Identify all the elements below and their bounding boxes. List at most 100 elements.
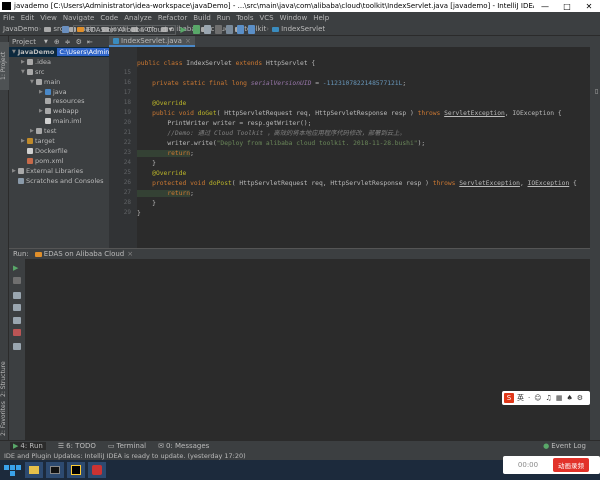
- tree-item[interactable]: Scratches and Consoles: [9, 176, 109, 186]
- menu-refactor[interactable]: Refactor: [158, 14, 187, 22]
- menu-navigate[interactable]: Navigate: [63, 14, 94, 22]
- expand-arrow-icon[interactable]: ▼: [12, 49, 16, 55]
- breadcrumb-item[interactable]: alibaba ›: [161, 25, 198, 33]
- tree-item-label: .idea: [35, 57, 51, 66]
- breadcrumb-item[interactable]: toolkit ›: [235, 25, 269, 33]
- locate-icon[interactable]: ⊕: [54, 38, 60, 46]
- event-log-button[interactable]: ● Event Log: [543, 442, 586, 450]
- code-line: protected void doPost( HttpServletReques…: [137, 179, 577, 189]
- tree-item[interactable]: pom.xml: [9, 156, 109, 166]
- code-editor[interactable]: public class IndexServlet extends HttpSe…: [137, 47, 590, 248]
- event-log-label: Event Log: [551, 442, 586, 450]
- tool-tab-todo[interactable]: ☰ 6: TODO: [58, 442, 96, 450]
- ime-lang-icon[interactable]: 英: [517, 393, 524, 403]
- tree-item[interactable]: ▼ main: [9, 77, 109, 87]
- menu-vcs[interactable]: VCS: [259, 14, 273, 22]
- line-number: 23: [123, 149, 131, 156]
- gear-icon[interactable]: ⚙: [76, 38, 82, 46]
- project-panel-title[interactable]: Project: [12, 38, 36, 46]
- line-number: 17: [123, 89, 131, 96]
- clear-icon[interactable]: [13, 329, 21, 336]
- code-line: }: [137, 209, 141, 219]
- breadcrumb-item[interactable]: cloud ›: [201, 25, 232, 33]
- menu-window[interactable]: Window: [280, 14, 308, 22]
- pin-icon[interactable]: [13, 343, 21, 350]
- status-text[interactable]: IDE and Plugin Updates: IntelliJ IDEA is…: [4, 452, 246, 460]
- tree-item[interactable]: ▶ webapp: [9, 106, 109, 116]
- close-icon[interactable]: ×: [185, 37, 191, 45]
- code-line: }: [137, 199, 156, 209]
- line-number: 21: [123, 129, 131, 136]
- breadcrumb-item[interactable]: src ›: [44, 25, 66, 33]
- intellij-icon[interactable]: [67, 462, 85, 478]
- code-token: IOException: [527, 180, 570, 187]
- breadcrumb-item[interactable]: IndexServlet: [272, 25, 325, 33]
- tree-item[interactable]: main.iml: [9, 116, 109, 126]
- breadcrumb-item[interactable]: JavaDemo ›: [3, 25, 41, 33]
- ime-voice-icon[interactable]: ♫: [546, 394, 552, 402]
- tool-tab-favorites[interactable]: 2: Favorites: [0, 396, 9, 442]
- menu-file[interactable]: File: [3, 14, 15, 22]
- rerun-icon[interactable]: ▶: [13, 265, 21, 272]
- tool-tab-maven[interactable]: ▯: [591, 56, 600, 126]
- tool-tab-project[interactable]: 1: Project: [0, 42, 9, 90]
- menu-analyze[interactable]: Analyze: [124, 14, 152, 22]
- code-token: ServletException: [444, 110, 505, 117]
- collapse-icon[interactable]: ≑: [65, 38, 71, 46]
- breadcrumb-item[interactable]: java ›: [101, 25, 128, 33]
- maximize-button[interactable]: □: [556, 2, 578, 11]
- tree-item[interactable]: ▶ test: [9, 126, 109, 136]
- tree-item[interactable]: ▼ src: [9, 67, 109, 77]
- ime-keyboard-icon[interactable]: ▦: [556, 394, 563, 402]
- tree-item[interactable]: ▶ target: [9, 136, 109, 146]
- sogou-icon[interactable]: S: [504, 393, 514, 403]
- tree-item[interactable]: ▶ java: [9, 87, 109, 97]
- hide-icon[interactable]: ⇤: [87, 38, 93, 46]
- ime-skin-icon[interactable]: ♠: [566, 394, 572, 402]
- tool-tab-messages[interactable]: ✉ 0: Messages: [158, 442, 209, 450]
- breadcrumb-item[interactable]: main ›: [69, 25, 99, 33]
- console-icon[interactable]: [46, 462, 64, 478]
- wrap-icon[interactable]: [13, 292, 21, 299]
- tree-item[interactable]: Dockerfile: [9, 146, 109, 156]
- code-token: ;: [190, 190, 194, 197]
- breadcrumb-label: toolkit: [244, 25, 267, 33]
- ime-settings-icon[interactable]: ⚙: [577, 394, 583, 402]
- window-title: javademo [C:\Users\Administrator\idea-wo…: [14, 2, 534, 10]
- menu-help[interactable]: Help: [313, 14, 329, 22]
- ime-emoji-icon[interactable]: ☺: [534, 394, 541, 402]
- tree-item[interactable]: ▼JavaDemoC:\Users\Administrator\idea-wor…: [9, 47, 109, 57]
- minimize-button[interactable]: —: [534, 2, 556, 11]
- close-button[interactable]: ✕: [578, 2, 600, 11]
- breadcrumb-item[interactable]: com ›: [131, 25, 158, 33]
- menu-edit[interactable]: Edit: [21, 14, 35, 22]
- tab-indexservlet[interactable]: IndexServlet.java ×: [109, 36, 195, 47]
- recorder-icon[interactable]: [88, 462, 106, 478]
- chevron-down-icon[interactable]: ▼: [44, 39, 48, 45]
- tree-item[interactable]: resources: [9, 96, 109, 106]
- code-token: ServletException: [459, 180, 520, 187]
- stop-icon[interactable]: [13, 277, 21, 284]
- menu-view[interactable]: View: [40, 14, 57, 22]
- menu-code[interactable]: Code: [100, 14, 118, 22]
- tree-item[interactable]: ▶ External Libraries: [9, 166, 109, 176]
- tool-tab-terminal[interactable]: ▭ Terminal: [108, 442, 146, 450]
- menu-build[interactable]: Build: [193, 14, 211, 22]
- ime-punct-icon[interactable]: ·: [528, 394, 530, 402]
- line-number: 25: [123, 169, 131, 176]
- menu-tools[interactable]: Tools: [236, 14, 253, 22]
- run-config-tab[interactable]: EDAS on Alibaba Cloud: [44, 250, 124, 258]
- code-token: serialVersionUID: [250, 80, 312, 87]
- run-console[interactable]: [25, 259, 590, 440]
- print-icon[interactable]: [13, 317, 21, 324]
- scroll-end-icon[interactable]: [13, 304, 21, 311]
- tab-label: 4: Run: [20, 442, 43, 450]
- menu-run[interactable]: Run: [217, 14, 230, 22]
- explorer-icon[interactable]: [25, 462, 43, 478]
- code-token: ( HttpServletRequest req, HttpServletRes…: [231, 180, 433, 187]
- tree-item[interactable]: ▶ .idea: [9, 57, 109, 67]
- record-button[interactable]: 动画录频: [553, 458, 589, 472]
- windows-start-icon[interactable]: [2, 462, 22, 478]
- tool-tab-run[interactable]: ▶ 4: Run: [10, 442, 46, 450]
- close-icon[interactable]: ×: [127, 250, 133, 258]
